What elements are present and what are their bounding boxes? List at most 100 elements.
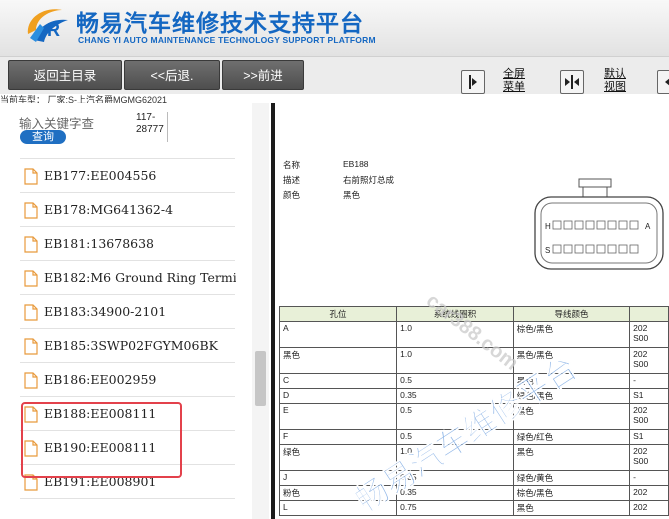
- circuit-cell: 202: [629, 500, 669, 516]
- selection-highlight: [21, 402, 182, 478]
- list-item-label: EB186:EE002959: [44, 372, 157, 387]
- wire-color-cell: 绿色/黑色: [512, 388, 631, 404]
- pin-cell: 绿色: [278, 444, 398, 471]
- pin-table-header: 孔位 系统线圈积 导线颜色: [278, 306, 669, 322]
- name-label: 名称: [283, 160, 301, 170]
- fullscreen-menu-label[interactable]: 全屏 菜单: [503, 68, 525, 94]
- arrow-right-icon: [469, 75, 477, 89]
- document-icon: [24, 338, 38, 360]
- desc-value: 右前照灯总成: [343, 175, 395, 185]
- color-label: 颜色: [283, 190, 301, 200]
- list-item[interactable]: EB186:EE002959: [20, 363, 235, 397]
- list-item-partial[interactable]: [20, 152, 235, 159]
- logo-icon: R: [22, 4, 72, 46]
- forward-button[interactable]: >>前进: [222, 60, 304, 90]
- list-item[interactable]: EB181:13678638: [20, 227, 235, 261]
- pin-cell: D: [278, 388, 398, 404]
- list-item[interactable]: EB183:34900-2101: [20, 295, 235, 329]
- circuit-cell: S1: [629, 388, 669, 404]
- toolbar: 返回主目录 <<后退. >>前进 全屏 菜单 默认 视图: [0, 56, 669, 94]
- list-item-label: EB178:MG641362-4: [44, 202, 174, 217]
- wire-color-header: 导线颜色: [512, 306, 631, 322]
- pin-cell: 黑色: [278, 347, 398, 374]
- connector-detail-panel: 名称 EB188 描述 右前照灯总成 颜色 黑色 H A S 孔位 系统线圈积 …: [275, 103, 669, 519]
- connector-diagram: H A S: [534, 178, 664, 270]
- list-item-label: EB177:EE004556: [44, 168, 157, 183]
- size-cell: 0.5: [396, 403, 514, 430]
- circuit-cell: -: [629, 470, 669, 486]
- wire-color-cell: 棕色/黑色: [512, 321, 631, 348]
- desc-label: 描述: [283, 175, 301, 185]
- default-view-button[interactable]: [560, 70, 584, 94]
- list-item[interactable]: EB185:3SWP02FGYM06BK: [20, 329, 235, 363]
- wire-color-cell: 棕色/黑色: [512, 485, 631, 501]
- extra-tool-button[interactable]: [657, 70, 669, 94]
- pin-cell: F: [278, 429, 398, 445]
- fullscreen-menu-button[interactable]: [461, 70, 485, 94]
- list-scrollbar[interactable]: [252, 103, 269, 519]
- document-icon: [24, 270, 38, 292]
- document-icon: [24, 372, 38, 394]
- wire-color-cell: 黑色/黑色: [512, 347, 631, 374]
- circuit-header: [629, 306, 669, 322]
- circuit-cell: 202 S00: [629, 444, 669, 471]
- wire-color-cell: 绿色/红色: [512, 429, 631, 445]
- list-item[interactable]: EB177:EE004556: [20, 159, 235, 193]
- svg-text:H: H: [545, 222, 551, 231]
- scrollbar-thumb[interactable]: [255, 351, 266, 406]
- size-cell: 0.35: [396, 485, 514, 501]
- table-row: F 0.5 绿色/红色 S1: [278, 429, 669, 445]
- table-row: A 1.0 棕色/黑色 202 S00: [278, 321, 669, 348]
- back-button[interactable]: <<后退.: [124, 60, 220, 90]
- table-row: E 0.5 黑色 202 S00: [278, 403, 669, 430]
- size-header: 系统线圈积: [396, 306, 514, 322]
- wire-color-cell: 黑色: [512, 373, 631, 389]
- circuit-cell: 202 S00: [629, 347, 669, 374]
- wire-color-cell: 绿色/黄色: [512, 470, 631, 486]
- connector-list-panel: 查询 117- 28777 EB177:EE004556 EB178:MG6413…: [0, 103, 271, 519]
- table-row: 黑色 1.0 黑色/黑色 202 S00: [278, 347, 669, 374]
- pin-cell: J: [278, 470, 398, 486]
- list-item-label: EB182:M6 Ground Ring Terminal: [44, 270, 236, 285]
- pin-cell: C: [278, 373, 398, 389]
- header: R 畅易汽车维修技术支持平台 CHANG YI AUTO MAINTENANCE…: [0, 0, 669, 56]
- list-item[interactable]: EB178:MG641362-4: [20, 193, 235, 227]
- table-row: 粉色 0.35 棕色/黑色 202: [278, 485, 669, 501]
- table-row: L 0.75 黑色 202: [278, 500, 669, 516]
- arrow-left-icon: [665, 78, 669, 86]
- platform-title: 畅易汽车维修技术支持平台: [76, 11, 364, 37]
- circuit-cell: S1: [629, 429, 669, 445]
- circuit-cell: 202 S00: [629, 403, 669, 430]
- pin-table: 孔位 系统线圈积 导线颜色 A 1.0 棕色/黑色 202 S00 黑色 1.0 黑色/黑色 2…: [278, 306, 669, 516]
- platform-subtitle: CHANG YI AUTO MAINTENANCE TECHNOLOGY SUP…: [78, 35, 376, 45]
- wire-color-cell: 黑色: [512, 500, 631, 516]
- home-button[interactable]: 返回主目录: [8, 60, 122, 90]
- document-icon: [24, 168, 38, 190]
- pin-header: 孔位: [278, 306, 398, 322]
- table-row: C 0.5 黑色 -: [278, 373, 669, 389]
- default-view-label[interactable]: 默认 视图: [604, 68, 626, 94]
- size-cell: 0.35: [396, 388, 514, 404]
- document-icon: [24, 236, 38, 258]
- size-cell: 0.35: [396, 470, 514, 486]
- table-row: J 0.35 绿色/黄色 -: [278, 470, 669, 486]
- app-window: R 畅易汽车维修技术支持平台 CHANG YI AUTO MAINTENANCE…: [0, 0, 669, 519]
- size-cell: 0.5: [396, 429, 514, 445]
- list-item-label: EB181:13678638: [44, 236, 155, 251]
- search-button[interactable]: 查询: [20, 130, 66, 144]
- wire-color-cell: 黑色: [512, 444, 631, 471]
- table-row: 绿色 1.0 黑色 202 S00: [278, 444, 669, 471]
- wire-color-cell: 黑色: [512, 403, 631, 430]
- pin-cell: A: [278, 321, 398, 348]
- table-row: D 0.35 绿色/黑色 S1: [278, 388, 669, 404]
- list-item[interactable]: EB182:M6 Ground Ring Terminal: [20, 261, 236, 295]
- color-value: 黑色: [343, 190, 361, 200]
- page-range: 117- 28777: [136, 112, 168, 142]
- circuit-cell: 202 S00: [629, 321, 669, 348]
- pin-cell: 粉色: [278, 485, 398, 501]
- svg-text:A: A: [645, 222, 651, 231]
- split-arrows-icon: [565, 75, 579, 89]
- svg-text:R: R: [47, 20, 60, 40]
- svg-text:S: S: [545, 246, 550, 255]
- size-cell: 0.5: [396, 373, 514, 389]
